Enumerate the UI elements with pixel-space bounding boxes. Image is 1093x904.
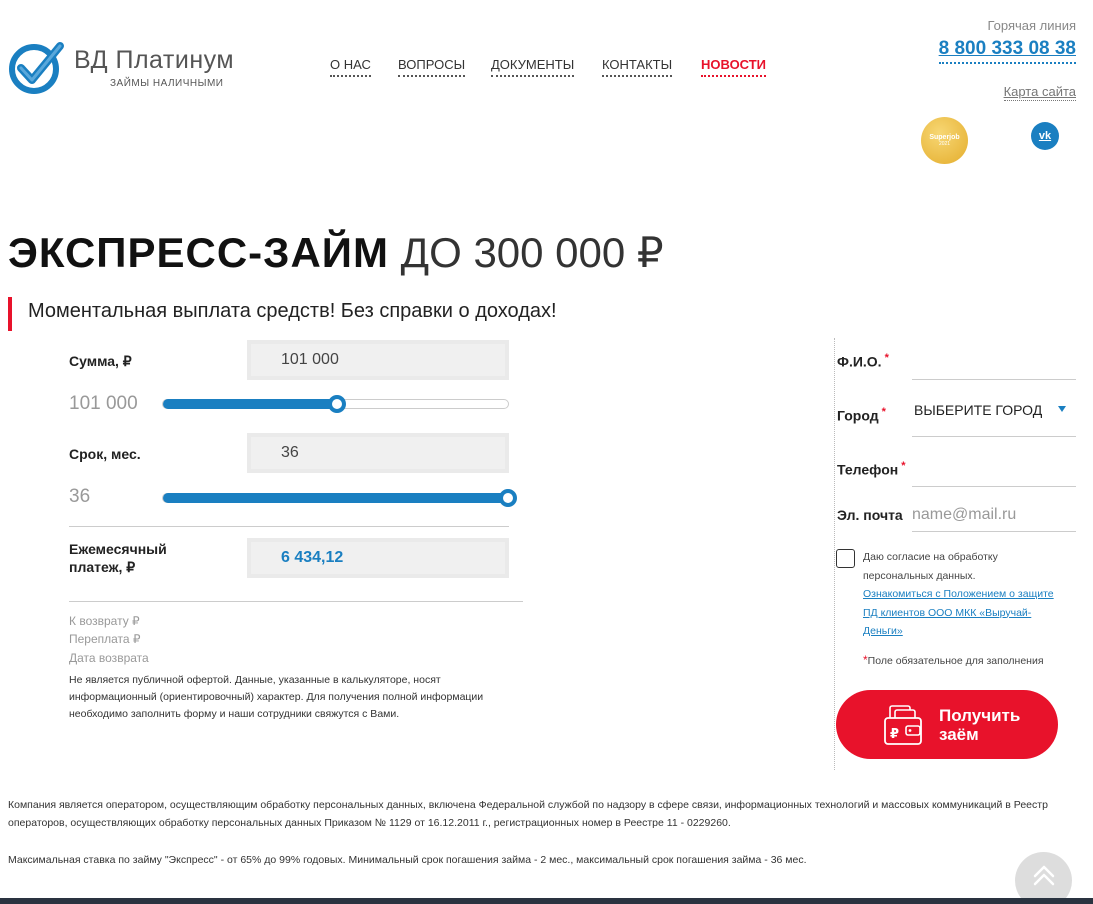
amount-label: Сумма, ₽ — [69, 353, 132, 369]
phone-field[interactable] — [912, 456, 1076, 484]
nav-item-questions[interactable]: ВОПРОСЫ — [398, 57, 466, 77]
monthly-payment-label-line2: платеж, ₽ — [69, 559, 136, 575]
consent-text: Даю согласие на обработку персональных д… — [863, 551, 998, 582]
subtitle-accent-bar — [8, 297, 12, 331]
nav-item-contacts[interactable]: КОНТАКТЫ — [602, 57, 673, 77]
monthly-payment-label-line1: Ежемесячный — [69, 541, 167, 557]
city-required-mark: * — [881, 406, 886, 418]
page-title-bold: ЭКСПРЕСС-ЗАЙМ — [8, 229, 389, 276]
logo[interactable]: ВД Платинум ЗАЙМЫ НАЛИЧНЫМИ — [8, 38, 270, 96]
required-field-note: *Поле обязательное для заполнения — [863, 653, 1044, 667]
operator-notice: Компания является оператором, осуществля… — [8, 799, 1048, 829]
logo-check-icon — [9, 42, 64, 94]
hotline-label: Горячая линия — [987, 18, 1076, 33]
return-date-label: Дата возврата — [69, 651, 149, 665]
form-divider — [834, 338, 835, 770]
rate-notice: Максимальная ставка по займу "Экспресс" … — [8, 854, 807, 866]
term-slider-fill — [163, 493, 508, 503]
city-underline — [912, 436, 1076, 437]
calc-divider — [69, 526, 509, 527]
get-loan-label-line2: заём — [939, 725, 979, 744]
to-return-label: К возврату ₽ — [69, 614, 140, 628]
email-label: Эл. почта — [837, 507, 903, 523]
term-input-box[interactable]: 36 — [247, 433, 509, 473]
page-subtitle: Моментальная выплата средств! Без справк… — [28, 300, 557, 322]
amount-input-box[interactable]: 101 000 — [247, 340, 509, 380]
sitemap-link[interactable]: Карта сайта — [1003, 84, 1076, 101]
consent-checkbox[interactable] — [836, 549, 855, 568]
city-label-text: Город — [837, 407, 879, 424]
page-title-light: ДО 300 000 ₽ — [400, 229, 664, 276]
fio-underline — [912, 379, 1076, 380]
nav-item-about[interactable]: О НАС — [330, 57, 371, 77]
term-slider-handle[interactable] — [499, 489, 517, 507]
footer-bar — [0, 898, 1093, 904]
consent-block: Даю согласие на обработку персональных д… — [863, 548, 1068, 641]
fio-label: Ф.И.О. * — [837, 352, 889, 370]
svg-text:₽: ₽ — [890, 727, 899, 742]
city-label: Город * — [837, 406, 886, 424]
phone-required-mark: * — [901, 460, 906, 472]
phone-underline — [912, 486, 1076, 487]
double-chevron-up-icon — [1033, 865, 1054, 886]
required-note-text: Поле обязательное для заполнения — [867, 655, 1044, 667]
fio-field[interactable] — [912, 348, 1076, 376]
phone-label: Телефон * — [837, 460, 906, 478]
overpayment-label: Переплата ₽ — [69, 632, 141, 646]
monthly-payment-label: Ежемесячный платеж, ₽ — [69, 540, 167, 576]
get-loan-label-line1: Получить — [939, 706, 1021, 725]
email-underline — [912, 531, 1076, 532]
award-badge-year: 2021 — [938, 141, 951, 147]
term-slider-value: 36 — [69, 486, 91, 507]
amount-slider-fill — [163, 399, 337, 409]
nav-item-documents[interactable]: ДОКУМЕНТЫ — [491, 57, 575, 77]
summary-divider — [69, 601, 523, 602]
wallet-ruble-icon: ₽ — [884, 705, 922, 745]
amount-slider[interactable] — [162, 395, 509, 413]
hotline-phone-link[interactable]: 8 800 333 08 38 — [938, 38, 1076, 64]
get-loan-button[interactable]: ₽ Получить заём — [836, 690, 1058, 759]
monthly-payment-box: 6 434,12 — [247, 538, 509, 578]
amount-input[interactable]: 101 000 — [251, 344, 505, 376]
vk-icon[interactable]: vk — [1031, 122, 1059, 150]
monthly-payment-value: 6 434,12 — [251, 542, 505, 574]
term-input[interactable]: 36 — [251, 437, 505, 469]
term-slider[interactable] — [162, 489, 517, 507]
nav-item-news[interactable]: НОВОСТИ — [701, 57, 767, 77]
amount-slider-value: 101 000 — [69, 393, 138, 414]
amount-slider-handle[interactable] — [328, 395, 346, 413]
fio-required-mark: * — [884, 352, 889, 364]
term-label: Срок, мес. — [69, 446, 141, 462]
superjob-award-badge[interactable]: Superjob 2021 — [921, 117, 968, 164]
fio-label-text: Ф.И.О. — [837, 353, 882, 370]
get-loan-button-label: Получить заём — [939, 706, 1020, 744]
city-select[interactable]: ВЫБЕРИТЕ ГОРОД — [914, 402, 1042, 418]
chevron-down-icon[interactable] — [1058, 406, 1066, 412]
page-title: ЭКСПРЕСС-ЗАЙМ ДО 300 000 ₽ — [8, 228, 664, 277]
email-field[interactable] — [912, 502, 1076, 528]
logo-name: ВД Платинум — [74, 46, 235, 74]
award-badge-name: Superjob — [929, 134, 960, 141]
phone-label-text: Телефон — [837, 461, 899, 478]
scroll-to-top-button[interactable] — [1015, 852, 1072, 904]
logo-tagline: ЗАЙМЫ НАЛИЧНЫМИ — [110, 78, 224, 89]
calculator-disclaimer: Не является публичной офертой. Данные, у… — [69, 674, 484, 720]
privacy-policy-link[interactable]: Ознакомиться с Положением о защите ПД кл… — [863, 588, 1054, 637]
